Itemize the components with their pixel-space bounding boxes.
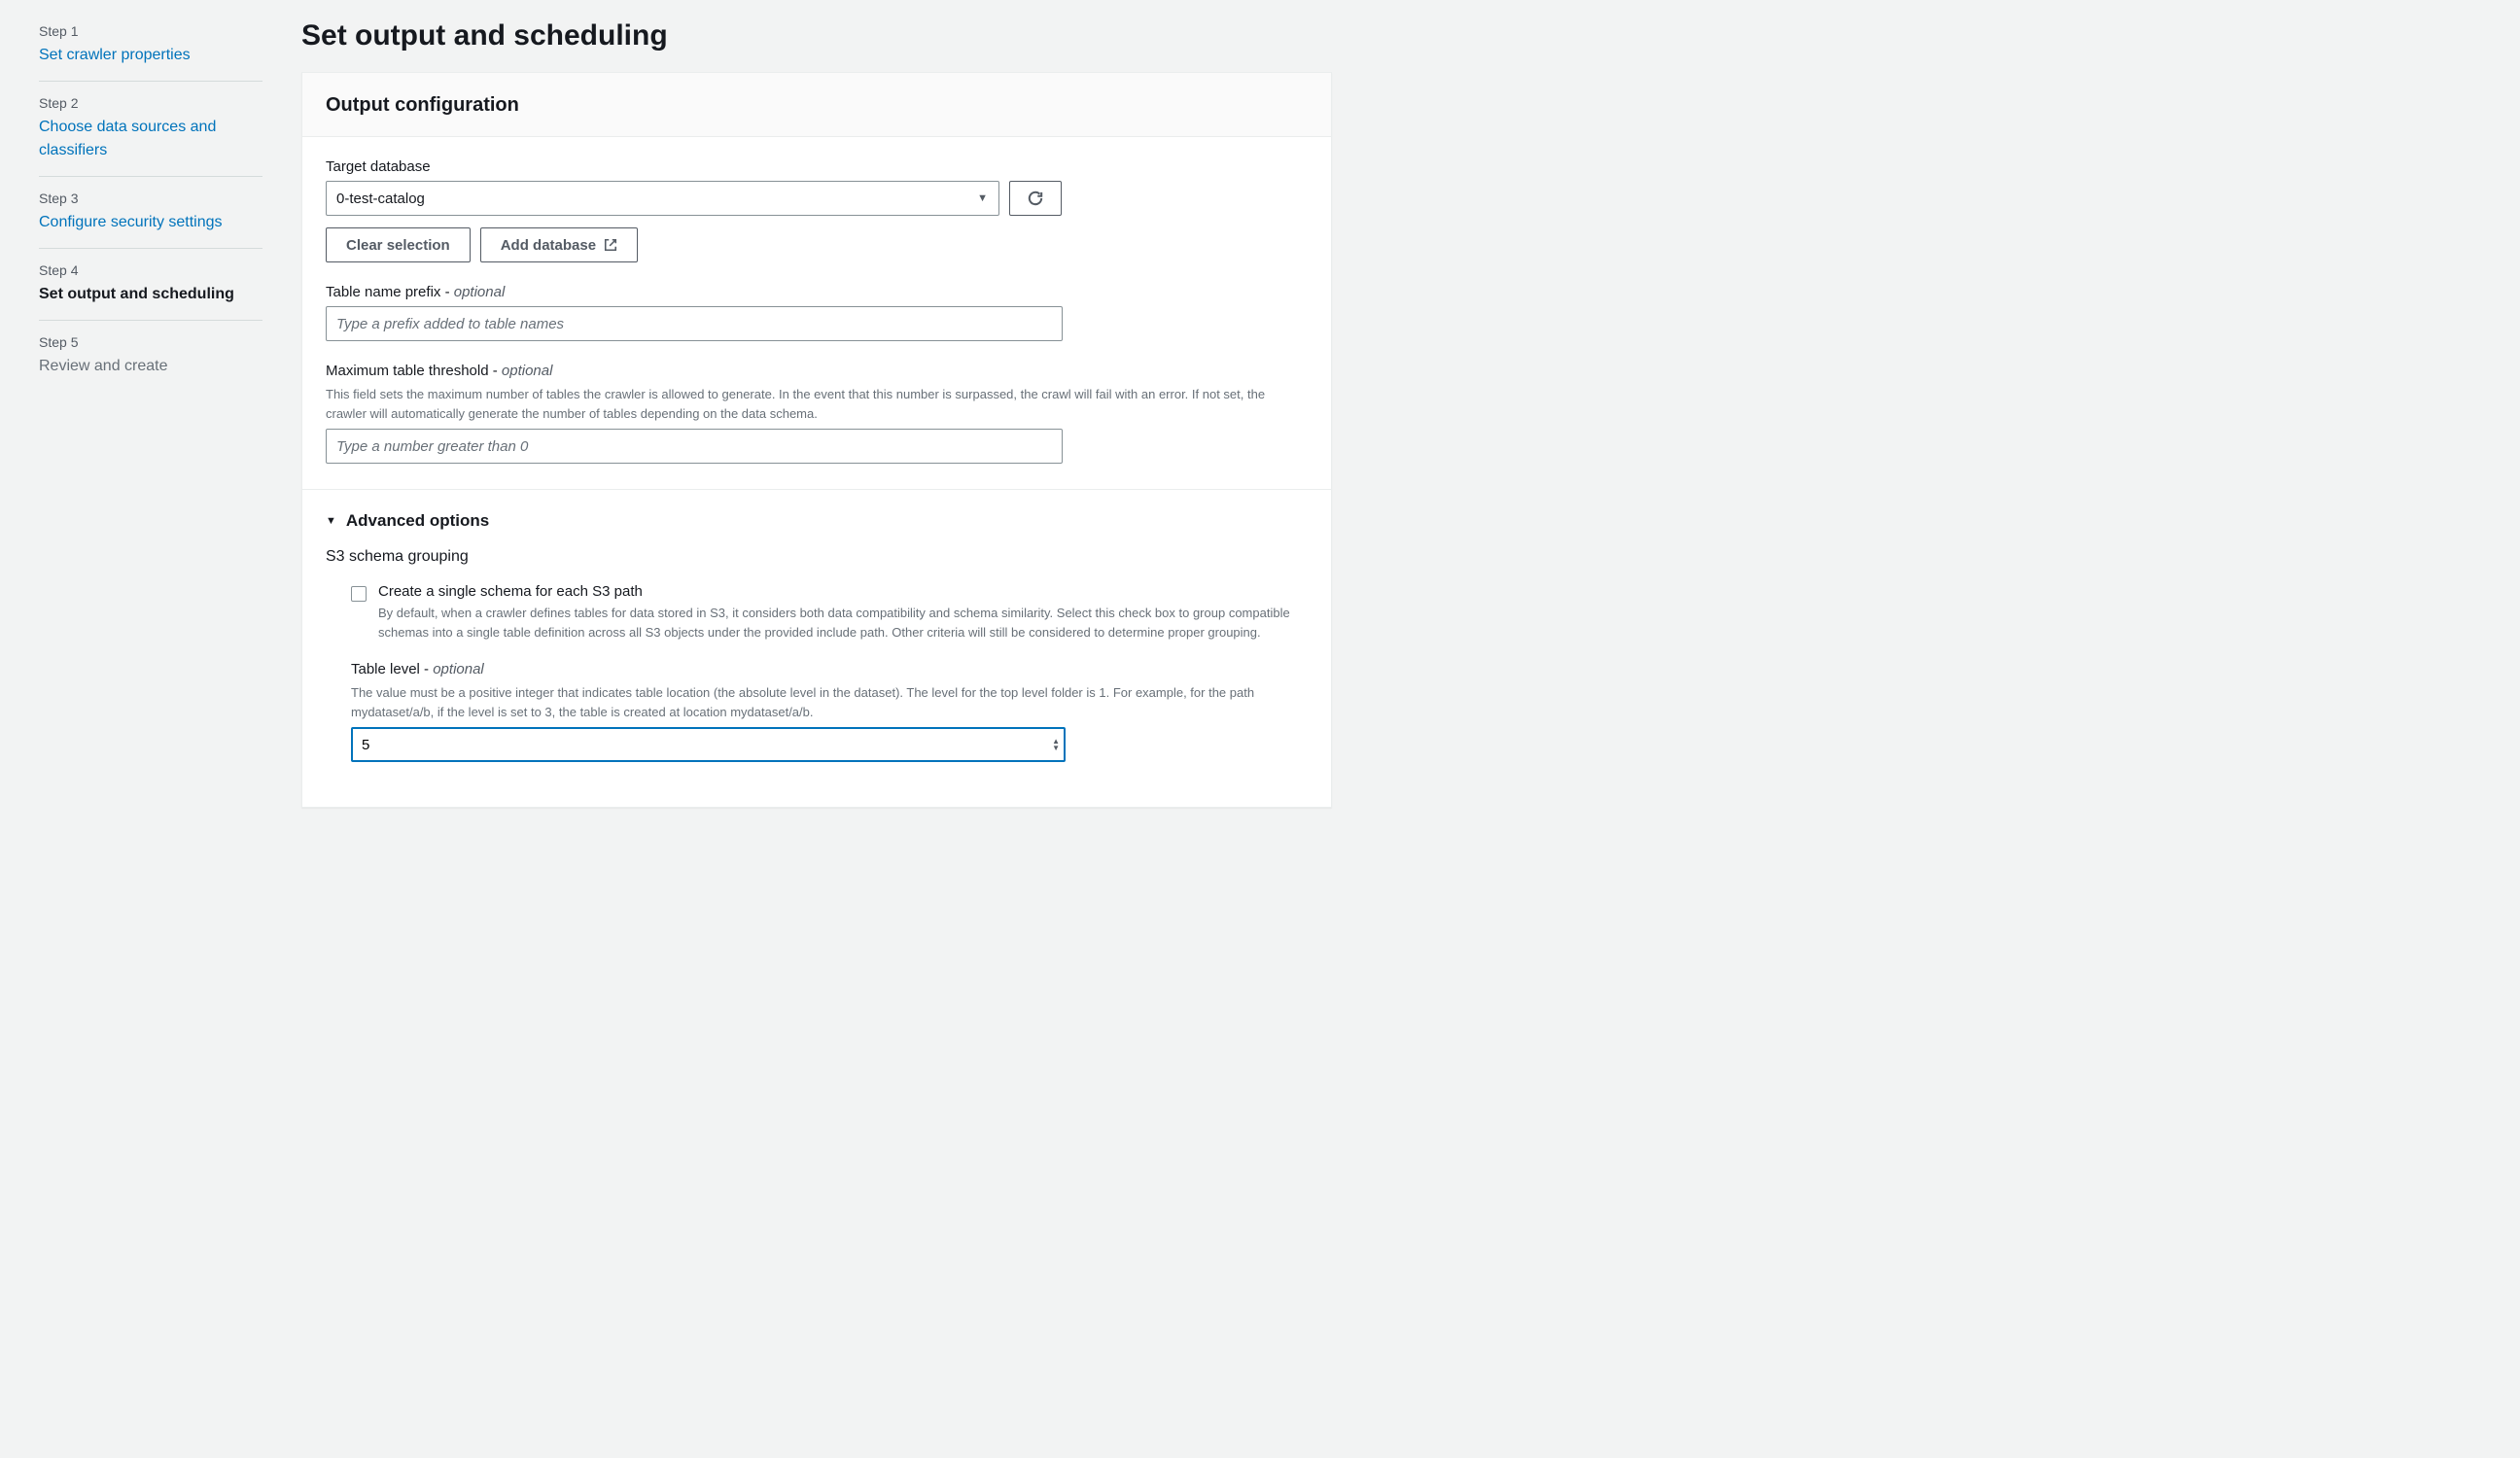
step-number: Step 3	[39, 191, 262, 206]
panel-header: Output configuration	[302, 73, 1331, 137]
step-2[interactable]: Step 2 Choose data sources and classifie…	[39, 95, 262, 177]
clear-selection-button[interactable]: Clear selection	[326, 227, 471, 262]
chevron-down-icon: ▼	[326, 515, 336, 527]
target-database-label: Target database	[326, 158, 1308, 175]
step-title-active: Set output and scheduling	[39, 283, 262, 306]
table-level-field: Table level - optional The value must be…	[326, 661, 1308, 762]
step-3[interactable]: Step 3 Configure security settings	[39, 191, 262, 249]
output-configuration-panel: Output configuration Target database 0-t…	[301, 72, 1332, 808]
step-5: Step 5 Review and create	[39, 334, 262, 392]
step-number: Step 2	[39, 95, 262, 111]
table-prefix-label: Table name prefix - optional	[326, 284, 1308, 300]
advanced-options-title: Advanced options	[346, 511, 489, 531]
table-level-input[interactable]	[351, 727, 1066, 762]
external-link-icon	[604, 238, 617, 252]
max-threshold-input[interactable]	[326, 429, 1063, 464]
max-threshold-label: Maximum table threshold - optional	[326, 363, 1308, 379]
main-content: Set output and scheduling Output configu…	[301, 0, 1371, 1458]
step-1[interactable]: Step 1 Set crawler properties	[39, 23, 262, 82]
advanced-options-section: ▼ Advanced options S3 schema grouping Cr…	[302, 489, 1331, 762]
step-4: Step 4 Set output and scheduling	[39, 262, 262, 321]
step-title-link[interactable]: Configure security settings	[39, 211, 262, 234]
single-schema-checkbox-hint: By default, when a crawler defines table…	[378, 604, 1308, 642]
s3-schema-grouping-title: S3 schema grouping	[326, 548, 1308, 566]
target-database-select[interactable]: 0-test-catalog	[326, 181, 999, 216]
step-number: Step 5	[39, 334, 262, 350]
table-level-label: Table level - optional	[351, 661, 1308, 677]
page-title: Set output and scheduling	[301, 19, 1332, 52]
target-database-value: 0-test-catalog	[336, 191, 425, 207]
wizard-sidebar: Step 1 Set crawler properties Step 2 Cho…	[0, 0, 301, 1458]
single-schema-checkbox-row: Create a single schema for each S3 path …	[326, 583, 1308, 642]
target-database-field: Target database 0-test-catalog ▼	[326, 158, 1308, 262]
step-title-link[interactable]: Choose data sources and classifiers	[39, 116, 262, 162]
step-title-disabled: Review and create	[39, 355, 262, 378]
panel-title: Output configuration	[326, 94, 1308, 117]
table-prefix-field: Table name prefix - optional	[326, 284, 1308, 341]
single-schema-checkbox[interactable]	[351, 586, 367, 602]
advanced-options-toggle[interactable]: ▼ Advanced options	[326, 511, 1308, 531]
step-title-link[interactable]: Set crawler properties	[39, 44, 262, 67]
max-threshold-hint: This field sets the maximum number of ta…	[326, 385, 1308, 423]
refresh-button[interactable]	[1009, 181, 1062, 216]
step-number: Step 1	[39, 23, 262, 39]
step-number: Step 4	[39, 262, 262, 278]
single-schema-checkbox-label[interactable]: Create a single schema for each S3 path	[378, 583, 1308, 600]
add-database-button[interactable]: Add database	[480, 227, 638, 262]
refresh-icon	[1027, 190, 1044, 207]
max-threshold-field: Maximum table threshold - optional This …	[326, 363, 1308, 464]
table-level-hint: The value must be a positive integer tha…	[351, 683, 1308, 721]
table-prefix-input[interactable]	[326, 306, 1063, 341]
